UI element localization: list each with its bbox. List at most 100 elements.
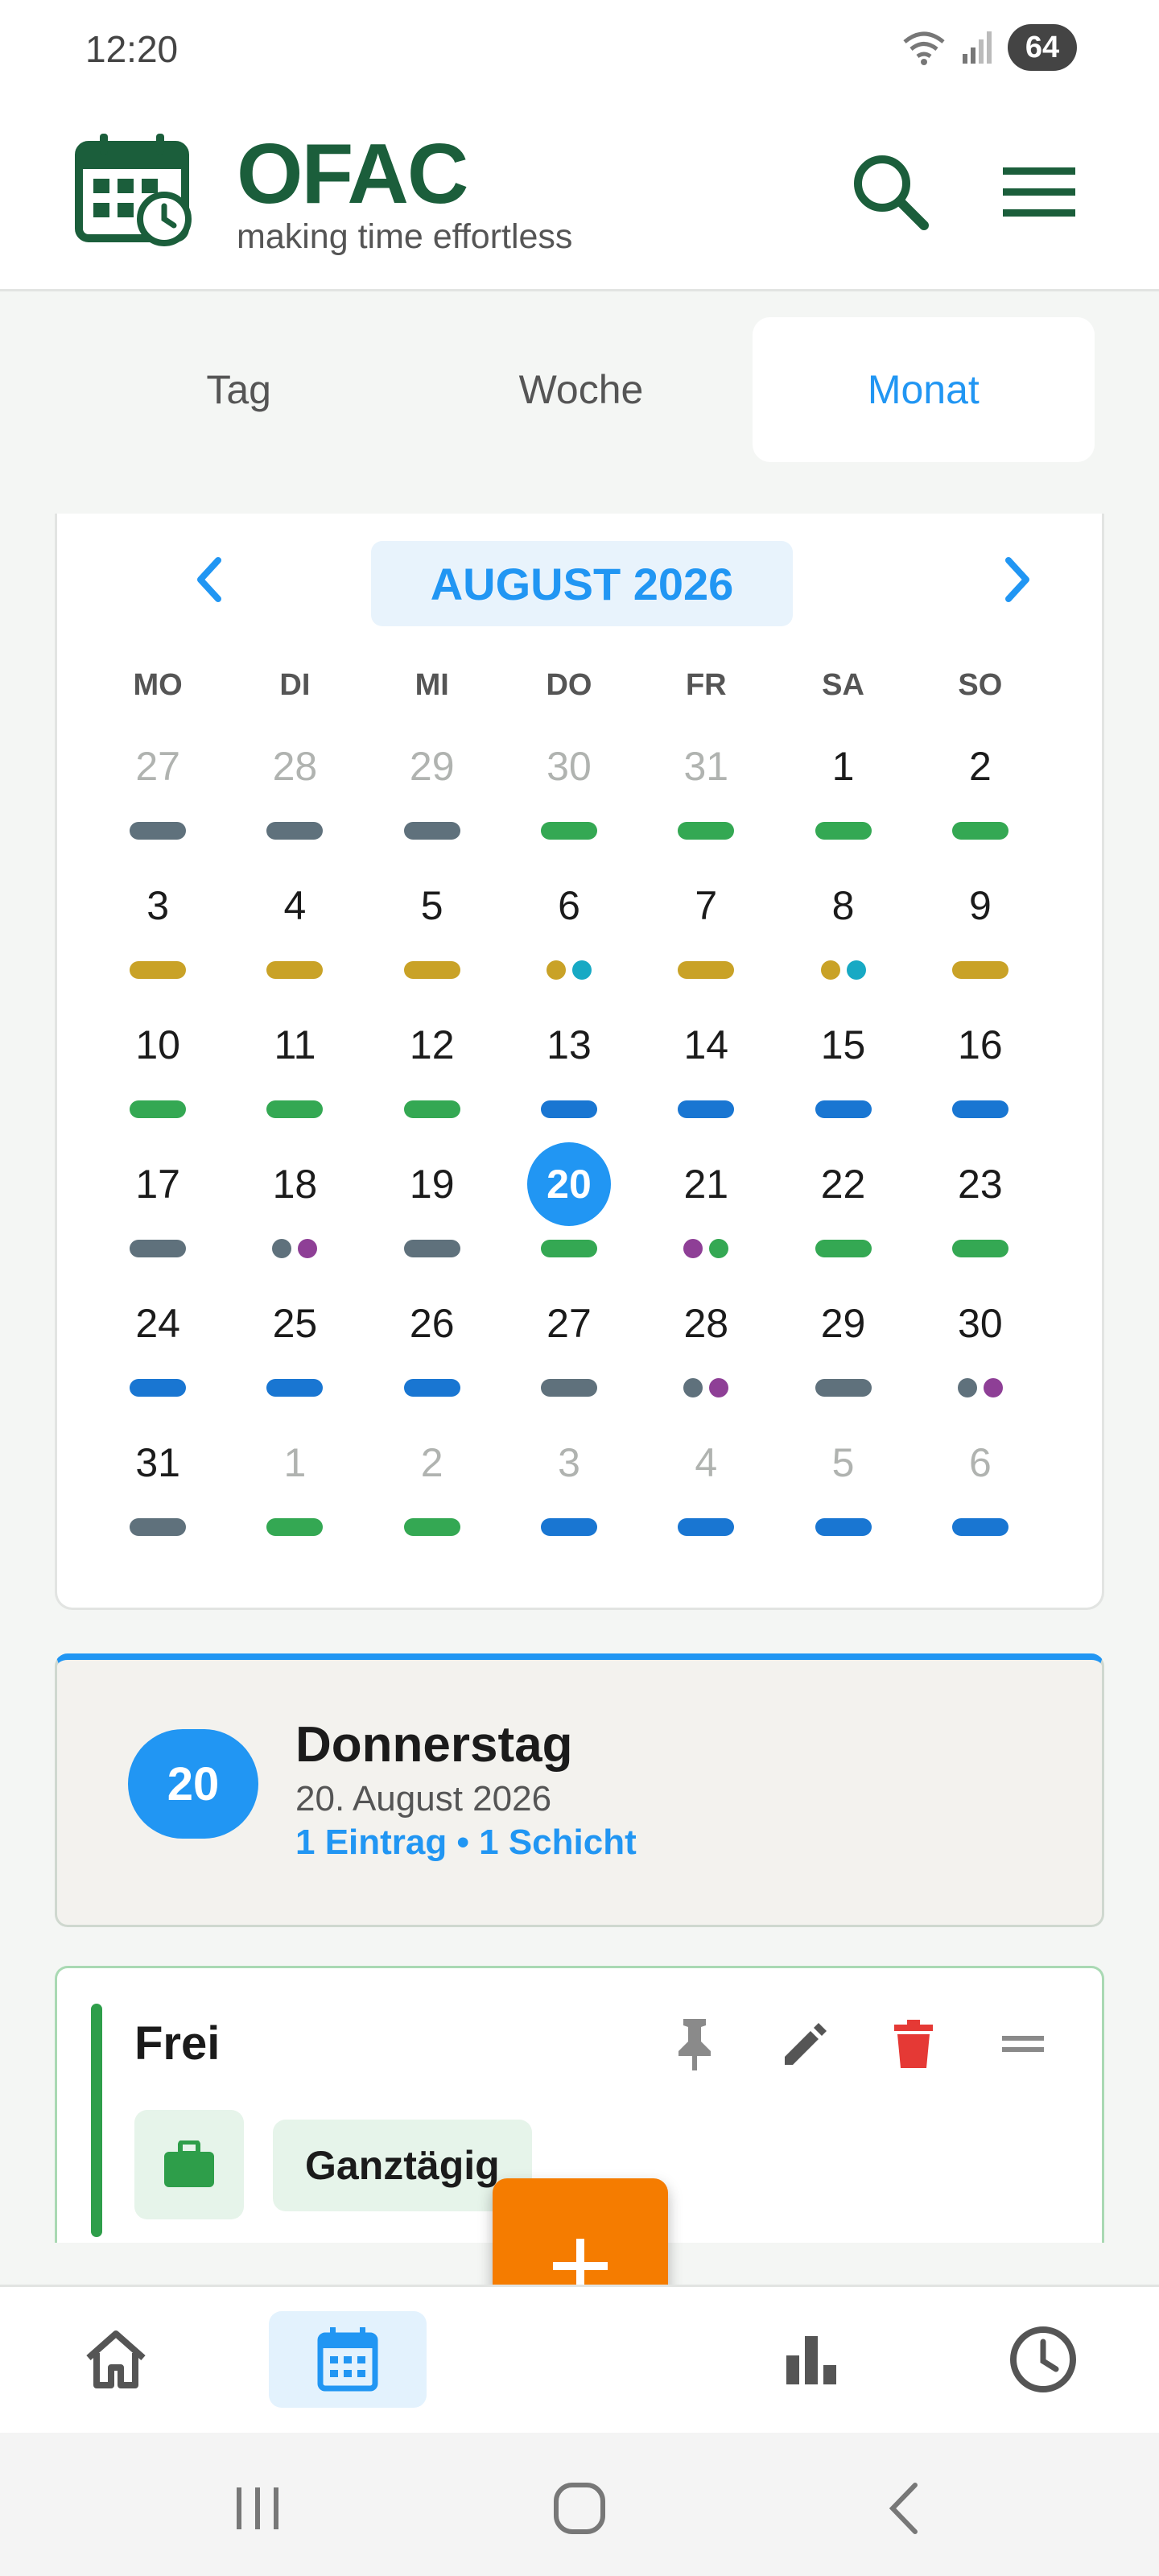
calendar-day-cell[interactable]: 18 bbox=[226, 1142, 363, 1282]
day-shift-markers bbox=[130, 1100, 187, 1119]
calendar-day-number: 21 bbox=[683, 1162, 729, 1207]
nav-statistics[interactable] bbox=[732, 2311, 890, 2408]
entry-color-strip bbox=[91, 2004, 102, 2237]
calendar-day-cell[interactable]: 29 bbox=[774, 1282, 911, 1421]
calendar-day-cell[interactable]: 1 bbox=[226, 1421, 363, 1560]
previous-month-button[interactable] bbox=[176, 547, 241, 612]
calendar-day-cell[interactable]: 15 bbox=[774, 1003, 911, 1142]
drag-handle-icon[interactable] bbox=[992, 2013, 1054, 2074]
nav-home[interactable] bbox=[37, 2311, 195, 2408]
pin-icon[interactable] bbox=[664, 2013, 725, 2074]
day-shift-markers bbox=[130, 1517, 187, 1537]
calendar-day-cell[interactable]: 17 bbox=[89, 1142, 226, 1282]
calendar-day-number: 27 bbox=[135, 744, 180, 789]
shift-bar-marker bbox=[678, 1100, 735, 1118]
calendar-day-cell[interactable]: 1 bbox=[774, 724, 911, 864]
calendar-day-cell[interactable]: 21 bbox=[637, 1142, 774, 1282]
calendar-day-cell[interactable]: 31 bbox=[89, 1421, 226, 1560]
nav-calendar[interactable] bbox=[269, 2311, 427, 2408]
calendar-day-number: 1 bbox=[831, 744, 855, 789]
shift-bar-marker bbox=[815, 1240, 872, 1257]
calendar-day-cell[interactable]: 14 bbox=[637, 1003, 774, 1142]
calendar-day-number: 19 bbox=[409, 1162, 455, 1207]
shift-dot-marker bbox=[298, 1239, 318, 1258]
calendar-day-cell[interactable]: 28 bbox=[226, 724, 363, 864]
weekday-label: DO bbox=[546, 668, 592, 702]
calendar-day-cell[interactable]: 28 bbox=[637, 1282, 774, 1421]
shift-bar-marker bbox=[403, 1518, 460, 1536]
calendar-day-cell[interactable]: 2 bbox=[912, 724, 1049, 864]
shift-dot-marker bbox=[272, 1239, 292, 1258]
next-month-button[interactable] bbox=[986, 547, 1050, 612]
calendar-day-cell[interactable]: 8 bbox=[774, 864, 911, 1003]
calendar-day-cell[interactable]: 2 bbox=[364, 1421, 501, 1560]
calendar-day-cell[interactable]: 10 bbox=[89, 1003, 226, 1142]
calendar-day-number: 18 bbox=[272, 1162, 318, 1207]
calendar-day-cell[interactable]: 26 bbox=[364, 1282, 501, 1421]
calendar-day-cell[interactable]: 7 bbox=[637, 864, 774, 1003]
day-shift-markers bbox=[130, 960, 187, 980]
calendar-day-number: 1 bbox=[283, 1440, 307, 1485]
shift-dot-marker bbox=[820, 960, 840, 980]
day-shift-markers bbox=[951, 960, 1008, 980]
calendar-day-cell[interactable]: 27 bbox=[89, 724, 226, 864]
calendar-day-number: 30 bbox=[547, 744, 592, 789]
calendar-clock-logo-icon bbox=[75, 134, 192, 246]
status-icons: 64 bbox=[901, 24, 1077, 71]
shift-bar-marker bbox=[815, 1100, 872, 1118]
app-title: OFAC bbox=[237, 126, 468, 221]
delete-icon[interactable] bbox=[883, 2013, 944, 2074]
calendar-day-cell[interactable]: 20 bbox=[501, 1142, 637, 1282]
tab-woche[interactable]: Woche bbox=[410, 317, 752, 462]
nav-time[interactable] bbox=[964, 2311, 1122, 2408]
home-system-button[interactable] bbox=[539, 2468, 620, 2549]
day-entry-summary: 1 Eintrag • 1 Schicht bbox=[295, 1823, 637, 1862]
day-shift-markers bbox=[815, 1239, 872, 1258]
shift-dot-marker bbox=[709, 1378, 729, 1397]
calendar-day-cell[interactable]: 30 bbox=[912, 1282, 1049, 1421]
back-button[interactable] bbox=[863, 2468, 943, 2549]
edit-icon[interactable] bbox=[773, 2013, 835, 2074]
calendar-day-cell[interactable]: 31 bbox=[637, 724, 774, 864]
calendar-day-cell[interactable]: 6 bbox=[501, 864, 637, 1003]
calendar-day-cell[interactable]: 27 bbox=[501, 1282, 637, 1421]
shift-bar-marker bbox=[266, 1518, 324, 1536]
calendar-day-cell[interactable]: 4 bbox=[226, 864, 363, 1003]
recent-apps-button[interactable] bbox=[217, 2468, 298, 2549]
tab-tag[interactable]: Tag bbox=[68, 317, 410, 462]
calendar-day-cell[interactable]: 30 bbox=[501, 724, 637, 864]
calendar-day-cell[interactable]: 19 bbox=[364, 1142, 501, 1282]
calendar-day-number: 11 bbox=[274, 1022, 316, 1067]
calendar-day-cell[interactable]: 3 bbox=[89, 864, 226, 1003]
day-shift-markers bbox=[951, 821, 1008, 840]
calendar-day-cell[interactable]: 24 bbox=[89, 1282, 226, 1421]
calendar-day-cell[interactable]: 11 bbox=[226, 1003, 363, 1142]
clock-icon bbox=[1010, 2326, 1076, 2392]
calendar-day-cell[interactable]: 13 bbox=[501, 1003, 637, 1142]
calendar-day-cell[interactable]: 5 bbox=[364, 864, 501, 1003]
calendar-day-cell[interactable]: 23 bbox=[912, 1142, 1049, 1282]
weekday-label: SA bbox=[822, 668, 864, 702]
calendar-day-cell[interactable]: 22 bbox=[774, 1142, 911, 1282]
weekday-label: FR bbox=[685, 668, 727, 702]
weekday-header: MO DI MI DO FR SA SO bbox=[89, 668, 1049, 703]
calendar-day-cell[interactable]: 9 bbox=[912, 864, 1049, 1003]
calendar-day-cell[interactable]: 5 bbox=[774, 1421, 911, 1560]
calendar-day-cell[interactable]: 3 bbox=[501, 1421, 637, 1560]
calendar-day-number: 25 bbox=[272, 1301, 318, 1346]
calendar-day-cell[interactable]: 29 bbox=[364, 724, 501, 864]
shift-bar-marker bbox=[951, 1100, 1008, 1118]
search-button[interactable] bbox=[847, 148, 935, 237]
shift-bar-marker bbox=[678, 822, 735, 840]
calendar-day-cell[interactable]: 25 bbox=[226, 1282, 363, 1421]
day-shift-markers bbox=[403, 1100, 460, 1119]
calendar-day-cell[interactable]: 6 bbox=[912, 1421, 1049, 1560]
calendar-day-number: 31 bbox=[135, 1440, 180, 1485]
menu-button[interactable] bbox=[995, 148, 1083, 237]
month-label[interactable]: AUGUST 2026 bbox=[371, 541, 793, 626]
calendar-day-cell[interactable]: 12 bbox=[364, 1003, 501, 1142]
calendar-day-cell[interactable]: 16 bbox=[912, 1003, 1049, 1142]
tab-monat[interactable]: Monat bbox=[752, 317, 1095, 462]
day-shift-markers bbox=[678, 960, 735, 980]
calendar-day-cell[interactable]: 4 bbox=[637, 1421, 774, 1560]
